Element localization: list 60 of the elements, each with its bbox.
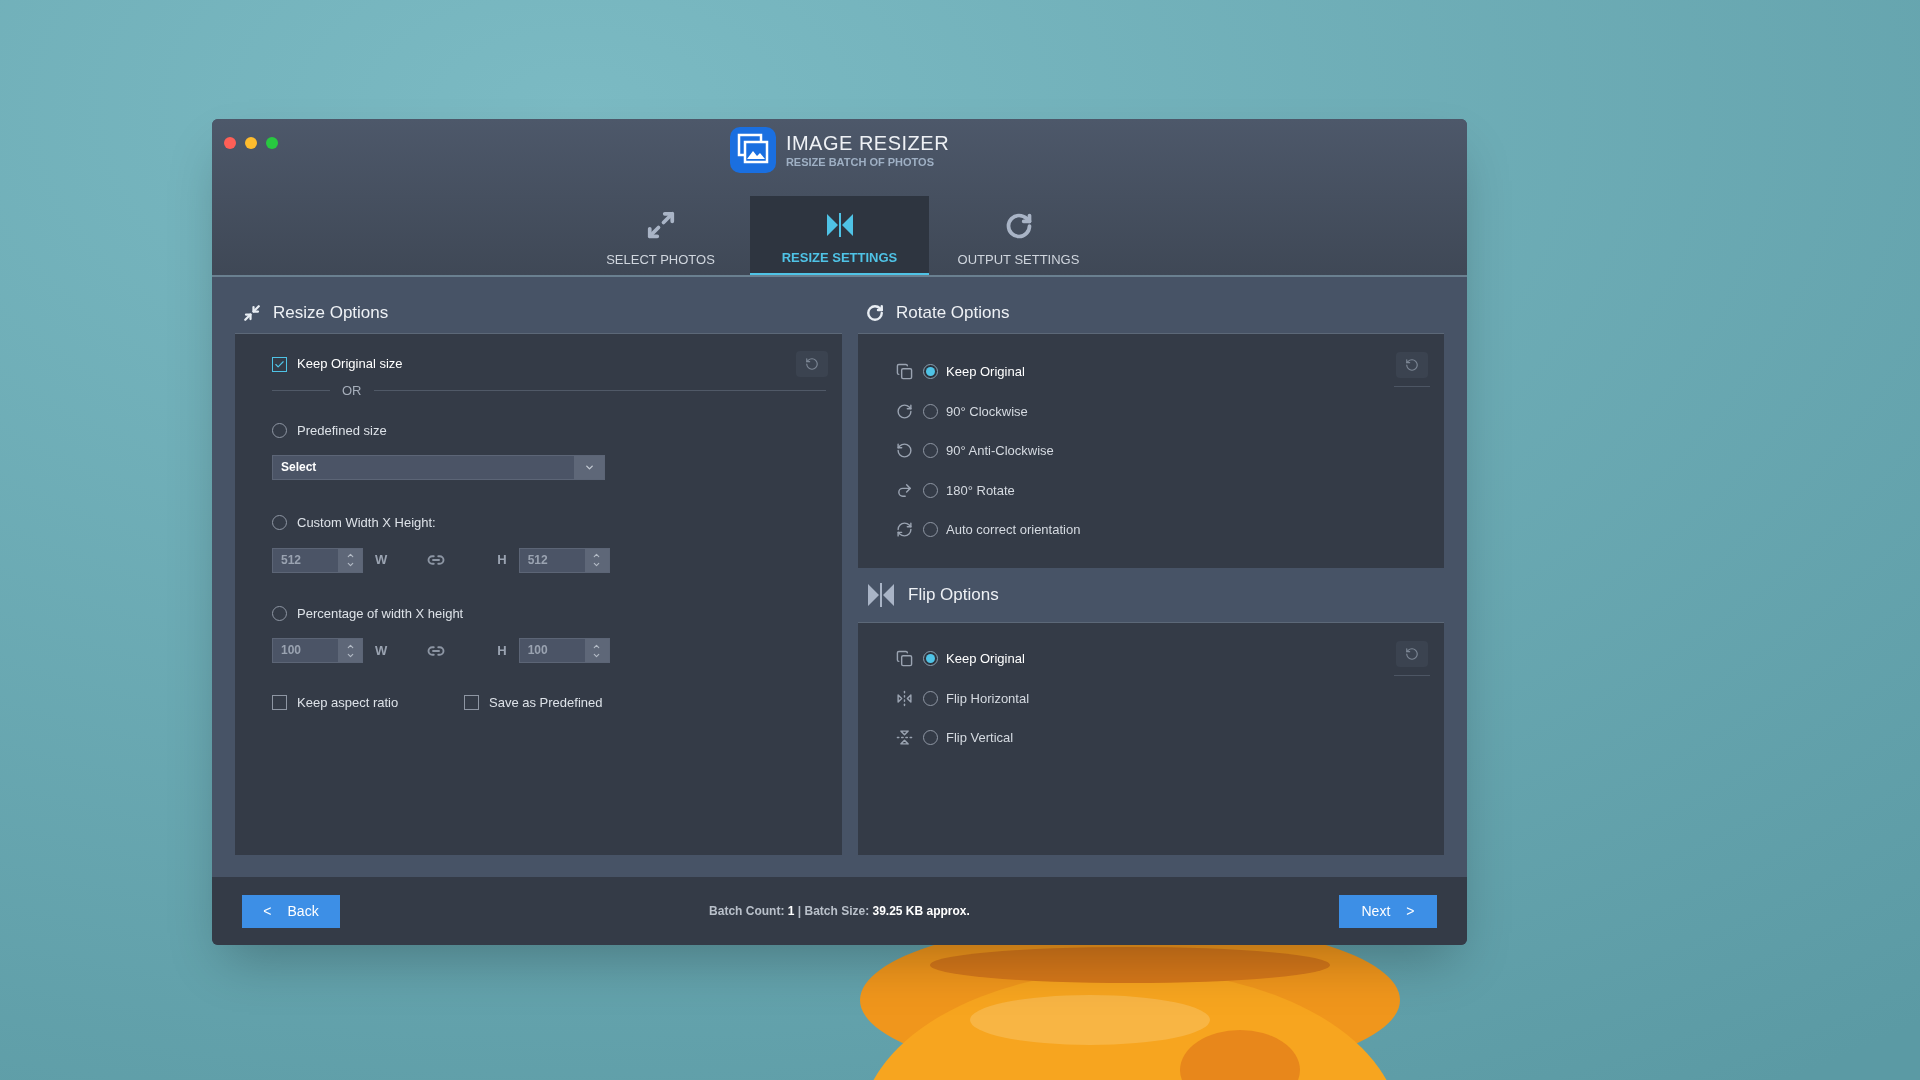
option-label[interactable]: Keep Original [946,362,1025,382]
option-label[interactable]: Percentage of width X height [297,603,464,623]
reset-button[interactable] [1396,641,1428,667]
height-label: H [497,641,507,660]
option-label[interactable]: 180° Rotate [946,480,1015,500]
tab[interactable]: RESIZE SETTINGS [750,196,929,275]
section-title: Flip Options [908,584,999,607]
size-dropdown[interactable]: Select [272,455,605,480]
option-label[interactable]: Keep Original size [297,354,403,374]
reset-icon [1405,647,1419,661]
option-label[interactable]: Predefined size [297,420,387,440]
dropdown-caret-icon[interactable] [583,462,595,473]
option-label[interactable]: Custom Width X Height: [297,513,436,533]
tab[interactable]: OUTPUT SETTINGS [929,196,1108,275]
rotate-right-icon [896,402,913,420]
pages-icon [896,363,913,381]
checkbox[interactable] [272,695,287,711]
radio-button[interactable] [923,651,938,667]
zoom-button[interactable] [266,137,278,149]
flip-icon [824,211,855,238]
reset-button[interactable] [1396,352,1428,378]
reset-icon [805,357,819,371]
checkbox[interactable] [272,356,287,372]
refresh-icon [896,521,913,539]
reset-button[interactable] [796,351,828,377]
rotate-icon [1004,211,1033,240]
tab[interactable]: SELECT PHOTOS [571,196,750,275]
app-title: IMAGE RESIZER [785,131,950,155]
pages-icon [896,650,913,668]
option-label[interactable]: 90° Anti-Clockwise [946,441,1054,461]
option-label[interactable]: Auto correct orientation [946,520,1081,540]
app-subtitle: RESIZE BATCH OF PHOTOS [785,155,935,169]
flip-horizontal-icon [896,689,913,707]
width-label: W [375,641,388,660]
option-label[interactable]: Flip Vertical [946,728,1014,748]
checkbox[interactable] [464,695,479,711]
flip-vertical-icon [896,729,913,747]
option-label[interactable]: Keep aspect ratio [297,693,399,713]
curved-arrow-icon [896,481,913,499]
or-separator: OR [342,382,362,400]
width-label: W [375,551,388,570]
option-label[interactable]: Flip Horizontal [946,688,1030,708]
check-icon [274,358,285,370]
option-label[interactable]: 90° Clockwise [946,401,1028,421]
close-button[interactable] [224,137,236,149]
rotate-left-icon [896,442,913,460]
section-title: Resize Options [273,302,389,325]
shrink-arrows-icon [243,304,261,322]
expand-arrows-icon [645,209,676,240]
flip-icon [866,582,896,608]
app-logo [729,127,776,173]
rotate-icon [866,304,884,322]
section-title: Rotate Options [896,302,1010,325]
height-label: H [497,551,507,570]
option-label[interactable]: Keep Original [946,649,1025,669]
minimize-button[interactable] [245,137,257,149]
reset-icon [1405,358,1419,372]
radio-button[interactable] [923,364,938,380]
option-label[interactable]: Save as Predefined [489,693,603,713]
batch-status: Batch Count: 1 | Batch Size: 39.25 KB approx. [709,903,970,920]
